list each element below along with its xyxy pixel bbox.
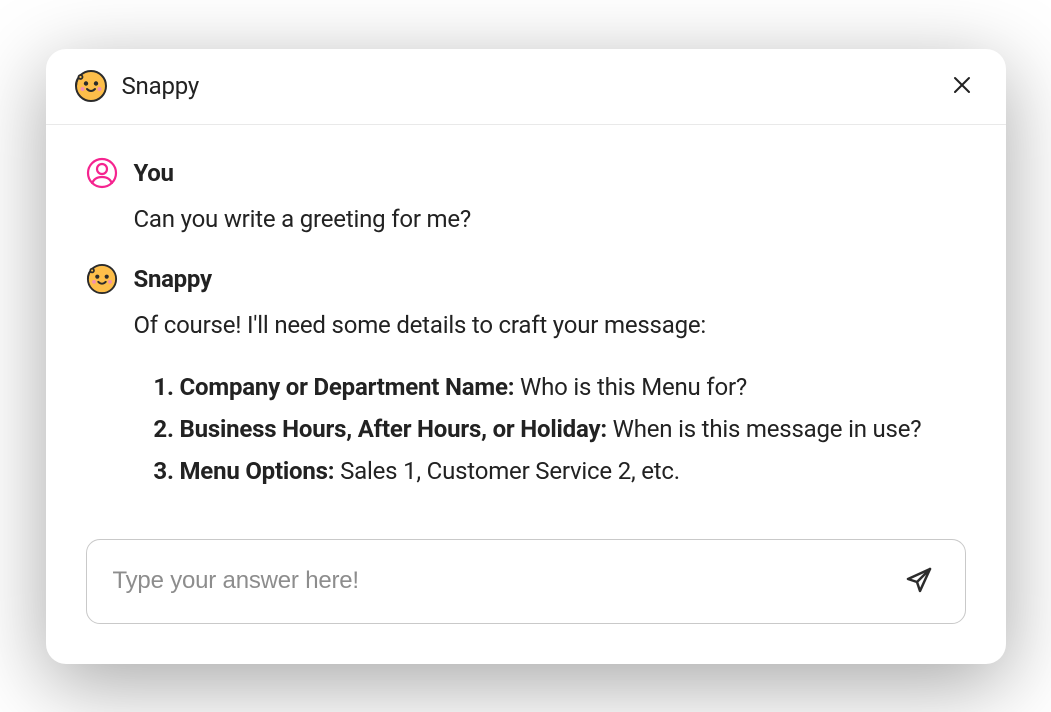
user-message-body: Can you write a greeting for me? [86,201,966,237]
snappy-icon [86,263,118,295]
user-message-text: Can you write a greeting for me? [134,205,472,233]
bot-name: Snappy [134,265,212,293]
conversation: You Can you write a greeting for me? [46,125,1006,539]
list-text: Who is this Menu for? [514,373,747,401]
message-input[interactable] [113,567,883,595]
snappy-icon [74,69,108,103]
header: Snappy [46,49,1006,125]
message-header: You [86,157,966,189]
send-icon [903,564,935,599]
header-title: Snappy [122,72,200,100]
list-item: Business Hours, After Hours, or Holiday:… [180,411,966,447]
message-header: Snappy [86,263,966,295]
list-label: Business Hours, After Hours, or Holiday: [180,415,607,443]
list-label: Menu Options: [180,457,335,485]
list-text: When is this message in use? [607,415,922,443]
send-button[interactable] [899,560,939,603]
user-name: You [134,159,174,187]
input-wrapper [86,539,966,624]
chat-window: Snappy You [46,49,1006,664]
header-left: Snappy [74,69,200,103]
list-item: Company or Department Name: Who is this … [180,369,966,405]
bot-message: Snappy Of course! I'll need some details… [86,263,966,489]
bot-detail-list: Company or Department Name: Who is this … [134,369,966,489]
close-icon [952,75,972,98]
input-area [46,539,1006,664]
bot-message-body: Of course! I'll need some details to cra… [86,307,966,489]
list-label: Company or Department Name: [180,373,515,401]
list-text: Sales 1, Customer Service 2, etc. [334,457,680,485]
list-item: Menu Options: Sales 1, Customer Service … [180,453,966,489]
bot-intro-text: Of course! I'll need some details to cra… [134,307,966,343]
user-avatar-icon [86,157,118,189]
user-message: You Can you write a greeting for me? [86,157,966,237]
close-button[interactable] [946,69,978,104]
